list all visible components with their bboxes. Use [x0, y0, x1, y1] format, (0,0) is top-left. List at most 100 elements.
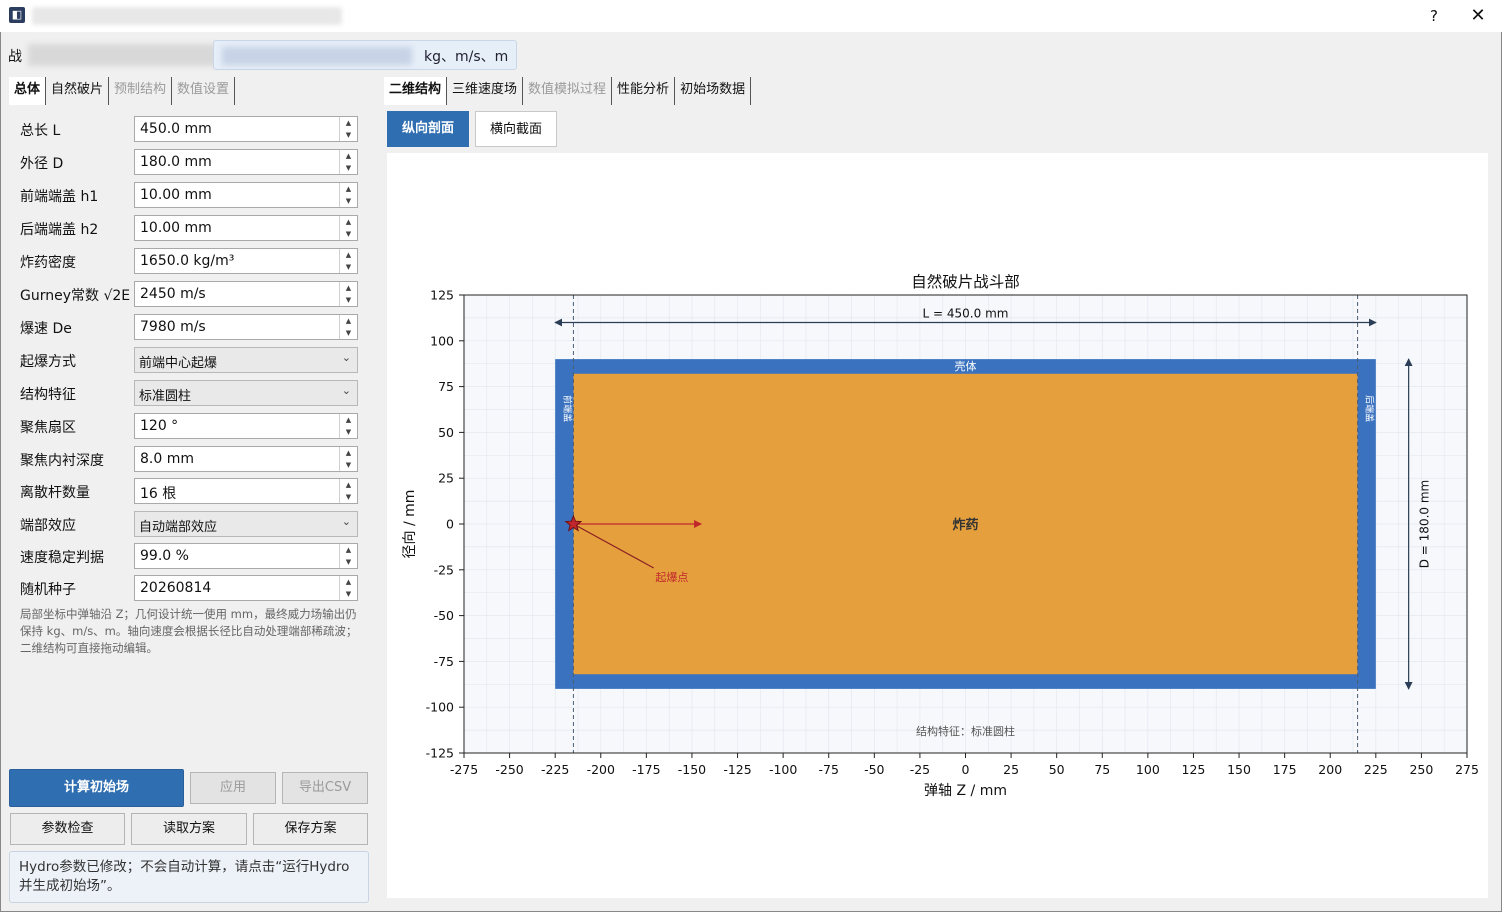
spin-up-icon[interactable]: ▲	[340, 414, 357, 426]
param-spinbox[interactable]: 120 ° ▲ ▼	[134, 413, 358, 439]
spin-down-icon[interactable]: ▼	[340, 459, 357, 471]
summary-redacted	[28, 44, 218, 66]
spin-arrows[interactable]: ▲ ▼	[339, 479, 357, 503]
spin-arrows[interactable]: ▲ ▼	[339, 183, 357, 207]
export-csv-button[interactable]: 导出CSV	[282, 772, 368, 804]
x-tick-label: -225	[541, 762, 569, 777]
right-tab-3[interactable]: 性能分析	[612, 77, 676, 105]
summary-label: 战	[8, 49, 22, 65]
spin-arrows[interactable]: ▲ ▼	[339, 150, 357, 174]
help-button[interactable]: ?	[1420, 4, 1448, 28]
param-spinbox[interactable]: 2450 m/s ▲ ▼	[134, 281, 358, 307]
spin-down-icon[interactable]: ▼	[340, 491, 357, 503]
param-spinbox[interactable]: 16 根 ▲ ▼	[134, 478, 358, 504]
spin-up-icon[interactable]: ▲	[340, 183, 357, 195]
left-tab-2[interactable]: 预制结构	[109, 77, 173, 105]
spin-arrows[interactable]: ▲ ▼	[339, 414, 357, 438]
param-combo[interactable]: 标准圆柱 ⌄	[134, 380, 358, 406]
spin-down-icon[interactable]: ▼	[340, 261, 357, 273]
spin-up-icon[interactable]: ▲	[340, 447, 357, 459]
x-tick-label: -150	[678, 762, 706, 777]
x-axis-label: 弹轴 Z / mm	[924, 783, 1007, 799]
param-spinbox-value: 1650.0 kg/m³	[140, 253, 235, 269]
right-tab-1[interactable]: 三维速度场	[447, 77, 524, 105]
x-tick-label: -125	[723, 762, 751, 777]
y-tick-label: 75	[438, 379, 454, 394]
param-label: 炸药密度	[20, 255, 76, 271]
rear-cap-label: 后端盖	[1364, 395, 1376, 422]
compute-initial-field-button[interactable]: 计算初始场	[9, 769, 184, 807]
param-combo[interactable]: 自动端部效应 ⌄	[134, 511, 358, 537]
spin-up-icon[interactable]: ▲	[340, 150, 357, 162]
close-button[interactable]: ✕	[1463, 4, 1493, 28]
param-spinbox-value: 10.00 mm	[140, 187, 212, 203]
param-spinbox-value: 99.0 %	[140, 548, 189, 564]
spin-down-icon[interactable]: ▼	[340, 162, 357, 174]
param-row: 总长 L 450.0 mm ▲ ▼	[10, 116, 360, 142]
right-tab-4[interactable]: 初始场数据	[675, 77, 752, 105]
param-spinbox[interactable]: 180.0 mm ▲ ▼	[134, 149, 358, 175]
spin-arrows[interactable]: ▲ ▼	[339, 282, 357, 306]
spin-arrows[interactable]: ▲ ▼	[339, 216, 357, 240]
load-scheme-button[interactable]: 读取方案	[131, 813, 247, 845]
spin-arrows[interactable]: ▲ ▼	[339, 315, 357, 339]
spin-up-icon[interactable]: ▲	[340, 282, 357, 294]
param-row: 后端端盖 h2 10.00 mm ▲ ▼	[10, 215, 360, 241]
parameter-check-button[interactable]: 参数检查	[10, 813, 125, 845]
tab-transverse-section[interactable]: 横向截面	[475, 111, 557, 147]
param-spinbox[interactable]: 10.00 mm ▲ ▼	[134, 182, 358, 208]
param-row: 外径 D 180.0 mm ▲ ▼	[10, 149, 360, 175]
spin-down-icon[interactable]: ▼	[340, 556, 357, 568]
param-spinbox[interactable]: 1650.0 kg/m³ ▲ ▼	[134, 248, 358, 274]
spin-down-icon[interactable]: ▼	[340, 588, 357, 600]
param-spinbox[interactable]: 7980 m/s ▲ ▼	[134, 314, 358, 340]
spin-down-icon[interactable]: ▼	[340, 327, 357, 339]
param-spinbox[interactable]: 8.0 mm ▲ ▼	[134, 446, 358, 472]
spin-arrows[interactable]: ▲ ▼	[339, 447, 357, 471]
save-scheme-button[interactable]: 保存方案	[253, 813, 368, 845]
param-spinbox[interactable]: 20260814 ▲ ▼	[134, 575, 358, 601]
param-spinbox[interactable]: 10.00 mm ▲ ▼	[134, 215, 358, 241]
tab-longitudinal-section[interactable]: 纵向剖面	[387, 111, 469, 147]
spin-up-icon[interactable]: ▲	[340, 117, 357, 129]
spin-arrows[interactable]: ▲ ▼	[339, 544, 357, 568]
right-tab-2[interactable]: 数值模拟过程	[523, 77, 613, 105]
param-combo[interactable]: 前端中心起爆 ⌄	[134, 347, 358, 373]
left-tab-1[interactable]: 自然破片	[46, 77, 110, 105]
spin-down-icon[interactable]: ▼	[340, 426, 357, 438]
param-row: 前端端盖 h1 10.00 mm ▲ ▼	[10, 182, 360, 208]
y-tick-label: -25	[434, 562, 454, 577]
structure-diagram[interactable]: L = 450.0 mm D = 180.0 mm 壳体炸药 前端盖 后端盖起爆点结构特…	[387, 153, 1488, 898]
spin-up-icon[interactable]: ▲	[340, 576, 357, 588]
param-label: 结构特征	[20, 387, 76, 403]
units-redacted	[222, 47, 412, 65]
spin-down-icon[interactable]: ▼	[340, 294, 357, 306]
spin-up-icon[interactable]: ▲	[340, 216, 357, 228]
explosive-label: 炸药	[952, 517, 978, 533]
x-tick-label: 175	[1273, 762, 1297, 777]
apply-button[interactable]: 应用	[190, 772, 276, 804]
chevron-down-icon: ⌄	[341, 515, 351, 528]
spin-down-icon[interactable]: ▼	[340, 195, 357, 207]
param-row: 端部效应 自动端部效应 ⌄	[10, 511, 360, 537]
spin-down-icon[interactable]: ▼	[340, 129, 357, 141]
spin-arrows[interactable]: ▲ ▼	[339, 249, 357, 273]
left-tab-3[interactable]: 数值设置	[172, 77, 236, 105]
left-tab-0[interactable]: 总体	[9, 77, 47, 105]
spin-down-icon[interactable]: ▼	[340, 228, 357, 240]
spin-arrows[interactable]: ▲ ▼	[339, 576, 357, 600]
spin-arrows[interactable]: ▲ ▼	[339, 117, 357, 141]
help-note: 局部坐标中弹轴沿 Z；几何设计统一使用 mm，最终威力场输出仍保持 kg、m/s…	[20, 607, 358, 655]
spin-up-icon[interactable]: ▲	[340, 249, 357, 261]
spin-up-icon[interactable]: ▲	[340, 544, 357, 556]
param-row: 聚焦扇区 120 ° ▲ ▼	[10, 413, 360, 439]
right-tab-0[interactable]: 二维结构	[384, 77, 448, 105]
param-row: Gurney常数 √2E 2450 m/s ▲ ▼	[10, 281, 360, 307]
param-spinbox[interactable]: 450.0 mm ▲ ▼	[134, 116, 358, 142]
y-tick-label: -100	[426, 700, 454, 715]
spin-up-icon[interactable]: ▲	[340, 479, 357, 491]
spin-up-icon[interactable]: ▲	[340, 315, 357, 327]
param-label: 外径 D	[20, 156, 64, 172]
param-spinbox[interactable]: 99.0 % ▲ ▼	[134, 543, 358, 569]
x-tick-label: 50	[1049, 762, 1065, 777]
